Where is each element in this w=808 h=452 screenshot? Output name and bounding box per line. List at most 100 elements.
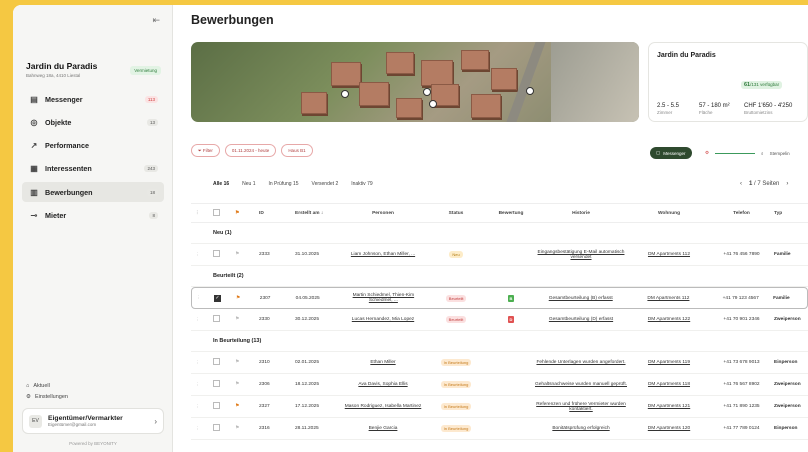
table-row[interactable]: ⋮ ⚑ 2333 31.10.2025 Liam Johnson, Ethan …	[191, 244, 808, 266]
select-all-checkbox[interactable]	[213, 208, 220, 216]
row-apartment[interactable]: DM Apartments 112	[629, 296, 709, 301]
divider	[715, 152, 756, 154]
drag-handle-icon[interactable]: ⋮	[191, 252, 213, 258]
row-checkbox[interactable]	[213, 315, 220, 322]
row-persons[interactable]: Lucas Hernandez, Mia Lopez	[343, 317, 423, 322]
table-row[interactable]: ⋮ ⚑ 2306 18.12.2025 Ava Davis, Sophia El…	[191, 374, 808, 396]
users-icon: ▦	[30, 164, 38, 174]
table-row[interactable]: ⋮ ✓ ⚑ 2307 04.05.2025 Martin Schiedmel, …	[191, 287, 808, 309]
flag-icon[interactable]: ⚑	[235, 426, 239, 431]
row-persons[interactable]: Liam Johnson, Ethan Miller, ...	[343, 252, 423, 257]
row-checkbox[interactable]	[213, 402, 220, 409]
drag-handle-icon[interactable]: ⋮	[191, 426, 213, 432]
sidebar-item-interessenten[interactable]: ▦ Interessenten 243	[22, 159, 164, 179]
map-pin-icon[interactable]	[341, 90, 349, 98]
flag-icon[interactable]: ⚑	[235, 317, 239, 322]
row-history[interactable]: Bonitätsprüfung erfolgreich	[533, 426, 629, 431]
flag-icon[interactable]: ⚑	[235, 382, 239, 387]
drag-handle-icon[interactable]: ⋮	[191, 360, 213, 366]
row-checkbox[interactable]	[213, 250, 220, 257]
filter-button[interactable]: ⏷ Filter	[191, 144, 220, 157]
row-apartment[interactable]: DM Apartments 122	[629, 317, 709, 322]
tab-neu[interactable]: Neu 1	[242, 181, 255, 187]
settings-link[interactable]: ⚙ Einstellungen	[26, 391, 166, 402]
row-apartment[interactable]: DM Apartments 119	[629, 360, 709, 365]
col-created[interactable]: Erstellt am ↓	[295, 211, 343, 216]
messenger-button[interactable]: ▢ Messenger	[650, 147, 692, 159]
col-rating[interactable]: Bewertung	[489, 211, 533, 216]
row-persons[interactable]: Martin Schiedmel, Thien-Kim Schiedmel, .…	[344, 293, 424, 303]
rating-badge: B	[507, 294, 514, 302]
row-checkbox[interactable]	[213, 358, 220, 365]
main-content: Bewerbungen Jardin du Paradis 61/131 ver…	[173, 5, 808, 452]
user-card[interactable]: EV Eigentümer/Vermarkter Eigentümer@gmai…	[22, 408, 164, 434]
sidebar-item-messenger[interactable]: ▤ Messenger 113	[22, 89, 164, 109]
date-range-filter[interactable]: 01.11.2024 - heute	[224, 144, 277, 157]
col-apartment[interactable]: Wohnung	[629, 211, 709, 216]
flag-icon[interactable]: ⚑	[235, 252, 239, 257]
prev-page-icon[interactable]: ‹	[740, 181, 742, 187]
flag-icon[interactable]: ⚑	[235, 404, 239, 409]
settings-icon[interactable]: ⚙	[705, 150, 709, 156]
row-apartment[interactable]: DM Apartments 120	[629, 426, 709, 431]
search-icon[interactable]: ⌕	[761, 151, 764, 156]
row-apartment[interactable]: DM Apartments 118	[629, 382, 709, 387]
row-id: 2307	[259, 295, 271, 301]
sidebar-item-mieter[interactable]: ⊸ Mieter 8	[22, 205, 164, 225]
row-persons[interactable]: Ethan Miller	[343, 360, 423, 365]
row-history[interactable]: Gesamtbeurteilung (D) erfasst	[533, 317, 629, 322]
house-filter[interactable]: Haus B1	[281, 144, 313, 157]
col-type[interactable]: Typ	[774, 211, 808, 216]
sidebar-item-bewerbungen[interactable]: ▥ Bewerbungen 18	[22, 182, 164, 203]
col-status[interactable]: Status	[423, 211, 489, 216]
row-history[interactable]: Gehaltsnachweise wurden manuell geprüft.	[533, 382, 629, 387]
table-row[interactable]: ⋮ ⚑ 2327 17.12.2025 Mason Rodriguez, Isa…	[191, 396, 808, 418]
sidebar-item-objekte[interactable]: ◎ Objekte 13	[22, 112, 164, 132]
drag-handle-icon[interactable]: ⋮	[191, 382, 213, 388]
table-row[interactable]: ⋮ ⚑ 2316 28.11.2025 Benjie Garcia In Beu…	[191, 418, 808, 440]
sidebar-item-performance[interactable]: ↗ Performance	[22, 136, 164, 156]
row-date: 04.05.2025	[295, 295, 320, 301]
group-header[interactable]: Beurteilt (2)	[191, 266, 808, 287]
project-switcher[interactable]: Jardin du Paradis Bahnweg 18a, 4410 Lies…	[26, 61, 161, 78]
flag-icon[interactable]: ⚑	[236, 296, 240, 301]
row-history[interactable]: Gesamtbeurteilung (B) erfasst	[533, 296, 629, 301]
drag-handle-icon[interactable]: ⋮	[191, 317, 213, 323]
row-date: 02.01.2025	[295, 360, 320, 365]
col-persons[interactable]: Personen	[343, 211, 423, 216]
tab-in-prüfung[interactable]: In Prüfung 15	[268, 181, 298, 187]
table-row[interactable]: ⋮ ⚑ 2310 02.01.2025 Ethan Miller In Beur…	[191, 352, 808, 374]
row-phone: +41 77 789 0124	[723, 426, 760, 431]
tab-alle[interactable]: Alle 16	[213, 181, 229, 187]
row-persons[interactable]: Ava Davis, Sophia Ellis	[343, 382, 423, 387]
row-apartment[interactable]: DM Apartments 121	[629, 404, 709, 409]
row-apartment[interactable]: DM Apartments 112	[629, 252, 709, 257]
row-history[interactable]: Referenzen und frühere Vermieter wurden …	[533, 402, 629, 412]
group-header[interactable]: Neu (1)	[191, 223, 808, 244]
tab-versendet[interactable]: Versendet 2	[312, 181, 339, 187]
drag-handle-icon[interactable]: ⋮	[191, 404, 213, 410]
map-pin-icon[interactable]	[429, 100, 437, 108]
row-persons[interactable]: Benjie Garcia	[343, 426, 423, 431]
row-history[interactable]: Eingangsbestätigung E-Mail automatisch v…	[533, 250, 629, 260]
col-history[interactable]: Historie	[533, 211, 629, 216]
tab-inaktiv[interactable]: Inaktiv 79	[351, 181, 372, 187]
map-pin-icon[interactable]	[526, 87, 534, 95]
col-phone[interactable]: Telefon	[709, 211, 774, 216]
row-history[interactable]: Fehlende Unterlagen wurden angefordert.	[533, 360, 629, 365]
row-checkbox[interactable]: ✓	[213, 294, 221, 302]
row-persons[interactable]: Mason Rodriguez, Isabella Martinez	[343, 404, 423, 409]
next-page-icon[interactable]: ›	[786, 181, 788, 187]
flag-icon[interactable]: ⚑	[235, 360, 239, 365]
search-input[interactable]: Stempelin	[770, 151, 790, 156]
map-pin-icon[interactable]	[423, 88, 431, 96]
group-header[interactable]: In Beurteilung (13)	[191, 331, 808, 352]
row-checkbox[interactable]	[213, 424, 220, 431]
row-checkbox[interactable]	[213, 380, 220, 387]
table-row[interactable]: ⋮ ⚑ 2330 30.12.2025 Lucas Hernandez, Mia…	[191, 309, 808, 331]
collapse-sidebar-icon[interactable]: ⇤	[152, 15, 160, 26]
news-link[interactable]: ⌂ Aktuell	[26, 380, 166, 391]
col-id[interactable]: ID	[259, 211, 295, 216]
drag-handle-icon[interactable]: ⋮	[192, 295, 214, 301]
sidebar-item-label: Objekte	[45, 117, 72, 127]
